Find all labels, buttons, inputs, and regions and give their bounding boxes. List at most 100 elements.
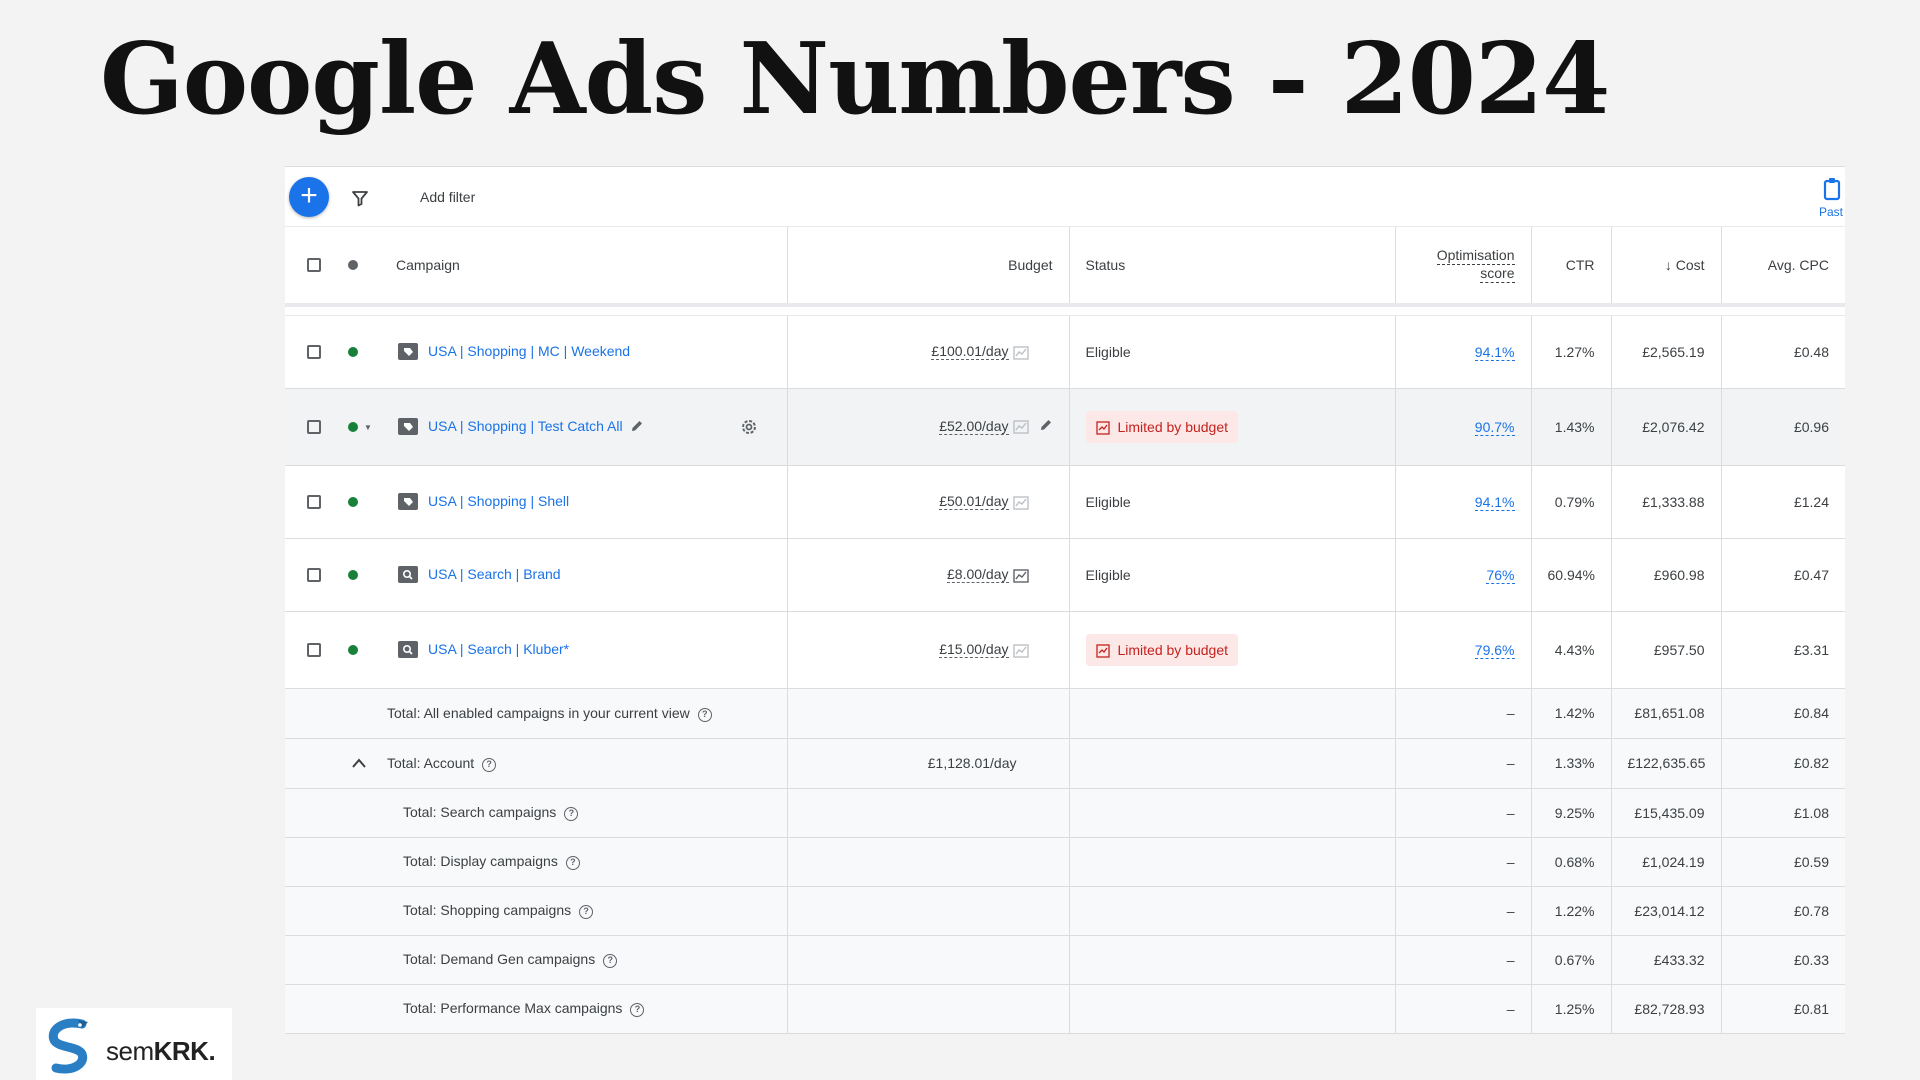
budget-cell: £50.01/day — [787, 465, 1070, 539]
total-cost-cell: £15,435.09 — [1611, 788, 1722, 838]
optimisation-score-link[interactable]: 79.6% — [1474, 641, 1515, 659]
budget-report-icon[interactable] — [1012, 420, 1029, 434]
budget-cell: £52.00/day — [787, 388, 1070, 466]
add-campaign-button[interactable]: + — [289, 177, 329, 217]
add-filter-button[interactable]: Add filter — [420, 189, 475, 205]
campaign-name-link[interactable]: USA | Shopping | Shell — [428, 493, 569, 509]
enabled-status-dot[interactable] — [348, 496, 358, 507]
campaign-cell: ▼ USA | Shopping | Test Catch All — [285, 388, 788, 466]
total-budget-cell — [787, 688, 1070, 739]
row-checkbox[interactable] — [307, 494, 321, 509]
help-icon[interactable]: ? — [603, 954, 618, 968]
help-icon[interactable]: ? — [482, 757, 497, 772]
budget-value[interactable]: £15.00/day — [939, 641, 1009, 659]
campaign-name-link[interactable]: USA | Search | Brand — [428, 566, 561, 582]
logo-prefix: sem — [106, 1036, 154, 1066]
header-budget[interactable]: Budget — [787, 227, 1070, 306]
row-checkbox[interactable] — [307, 642, 321, 657]
avg-cpc-cell: £0.96 — [1721, 388, 1845, 466]
edit-budget-pencil-icon[interactable] — [1039, 418, 1053, 432]
help-icon[interactable]: ? — [564, 807, 579, 821]
campaign-row[interactable]: USA | Shopping | MC | Weekend £100.01/da… — [285, 315, 1845, 389]
total-status-cell — [1069, 984, 1396, 1034]
total-label: Total: Search campaigns — [403, 804, 557, 820]
budget-report-icon[interactable] — [1012, 568, 1029, 583]
help-icon[interactable]: ? — [579, 905, 594, 919]
campaign-cell: USA | Shopping | Shell — [285, 465, 788, 539]
budget-value[interactable]: £50.01/day — [939, 493, 1009, 511]
campaign-row[interactable]: USA | Search | Brand £8.00/day Eligible … — [285, 538, 1845, 612]
budget-value[interactable]: £8.00/day — [947, 566, 1009, 584]
header-ctr[interactable]: CTR — [1531, 227, 1612, 306]
budget-report-icon[interactable] — [1012, 643, 1029, 658]
status-cell: Limited by budget — [1069, 388, 1396, 466]
budget-report-icon[interactable] — [1012, 345, 1029, 360]
optimisation-score-link[interactable]: 76% — [1486, 566, 1515, 584]
help-icon[interactable]: ? — [697, 707, 712, 722]
campaign-name-link[interactable]: USA | Shopping | Test Catch All — [428, 418, 623, 434]
total-avg-cpc-cell: £0.82 — [1721, 738, 1845, 789]
select-all-checkbox[interactable] — [307, 258, 321, 272]
cost-cell: £960.98 — [1611, 538, 1722, 612]
total-cost-cell: £82,728.93 — [1611, 984, 1722, 1034]
total-avg-cpc-cell: £0.59 — [1721, 837, 1845, 887]
filter-icon[interactable] — [351, 189, 369, 207]
total-status-cell — [1069, 788, 1396, 838]
header-status[interactable]: Status — [1069, 227, 1396, 306]
limited-by-budget-badge[interactable]: Limited by budget — [1085, 410, 1239, 443]
campaign-row[interactable]: ▼ USA | Shopping | Test Catch All £52.00… — [285, 388, 1845, 466]
header-campaign-label[interactable]: Campaign — [396, 257, 460, 273]
budget-value[interactable]: £100.01/day — [931, 343, 1009, 361]
paste-button[interactable]: Past — [1817, 175, 1845, 221]
ctr-cell: 60.94% — [1531, 538, 1612, 612]
status-dropdown-caret-icon[interactable]: ▼ — [364, 423, 372, 432]
edit-name-pencil-icon[interactable] — [630, 419, 644, 433]
optimisation-score-link[interactable]: 94.1% — [1474, 343, 1515, 361]
row-checkbox[interactable] — [307, 567, 321, 582]
campaign-row[interactable]: USA | Shopping | Shell £50.01/day Eligib… — [285, 465, 1845, 539]
total-ctr-cell: 0.67% — [1531, 935, 1612, 985]
campaign-name-link[interactable]: USA | Shopping | MC | Weekend — [428, 343, 630, 359]
status-cell: Eligible — [1069, 315, 1396, 389]
row-checkbox[interactable] — [307, 344, 321, 359]
help-icon[interactable]: ? — [565, 856, 580, 870]
optimisation-score-link[interactable]: 90.7% — [1474, 418, 1515, 436]
collapse-chevron-up-icon[interactable] — [351, 757, 367, 769]
campaign-cell: USA | Shopping | MC | Weekend — [285, 315, 788, 389]
campaign-name-link[interactable]: USA | Search | Kluber* — [428, 641, 569, 657]
header-cost[interactable]: ↓ Cost — [1611, 227, 1722, 306]
total-label-cell: Total: Search campaigns? — [285, 788, 788, 838]
help-icon[interactable]: ? — [630, 1003, 645, 1017]
total-status-cell — [1069, 886, 1396, 936]
total-cost-cell: £23,014.12 — [1611, 886, 1722, 936]
row-checkbox[interactable] — [307, 419, 321, 434]
logo-suffix: KRK. — [153, 1036, 216, 1066]
cost-cell: £2,076.42 — [1611, 388, 1722, 466]
semkrk-logo: semKRK. — [36, 1008, 232, 1080]
header-avg-cpc[interactable]: Avg. CPC — [1721, 227, 1845, 306]
total-avg-cpc-cell: £1.08 — [1721, 788, 1845, 838]
budget-cell: £100.01/day — [787, 315, 1070, 389]
optimisation-score-link[interactable]: 94.1% — [1474, 493, 1515, 511]
budget-value[interactable]: £52.00/day — [939, 417, 1009, 435]
total-label: Total: Shopping campaigns — [403, 902, 572, 918]
total-label-cell: Total: Account? — [285, 738, 788, 789]
budget-report-icon[interactable] — [1012, 495, 1029, 510]
total-ctr-cell: 9.25% — [1531, 788, 1612, 838]
shopping-icon — [398, 342, 418, 360]
header-optimisation[interactable]: Optimisation score — [1395, 227, 1532, 306]
enabled-status-dot[interactable] — [348, 346, 358, 357]
avg-cpc-cell: £0.47 — [1721, 538, 1845, 612]
total-ctr-cell: 1.33% — [1531, 738, 1612, 789]
cost-cell: £2,565.19 — [1611, 315, 1722, 389]
enabled-status-dot[interactable] — [348, 644, 358, 655]
ctr-cell: 1.27% — [1531, 315, 1612, 389]
enabled-status-dot[interactable] — [348, 421, 358, 432]
optimisation-cell: 94.1% — [1395, 315, 1532, 389]
total-cost-cell: £81,651.08 — [1611, 688, 1722, 739]
limited-by-budget-badge[interactable]: Limited by budget — [1085, 633, 1239, 666]
campaign-row[interactable]: USA | Search | Kluber* £15.00/day Limite… — [285, 611, 1845, 689]
settings-gear-icon[interactable] — [740, 418, 758, 436]
enabled-status-dot[interactable] — [348, 569, 358, 580]
table-header-row: Campaign Budget Status Optimisation scor… — [285, 227, 1845, 306]
